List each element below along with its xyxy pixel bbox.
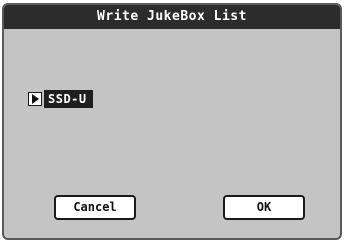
ok-button[interactable]: OK	[223, 195, 305, 220]
device-menu-button[interactable]	[28, 92, 42, 106]
triangle-right-icon	[32, 94, 39, 104]
device-selector[interactable]: SSD-U	[28, 90, 93, 108]
dialog-title: Write JukeBox List	[4, 5, 340, 29]
write-jukebox-dialog: Write JukeBox List SSD-U Cancel OK	[2, 3, 342, 240]
cancel-button[interactable]: Cancel	[54, 195, 136, 220]
device-value[interactable]: SSD-U	[44, 90, 93, 108]
